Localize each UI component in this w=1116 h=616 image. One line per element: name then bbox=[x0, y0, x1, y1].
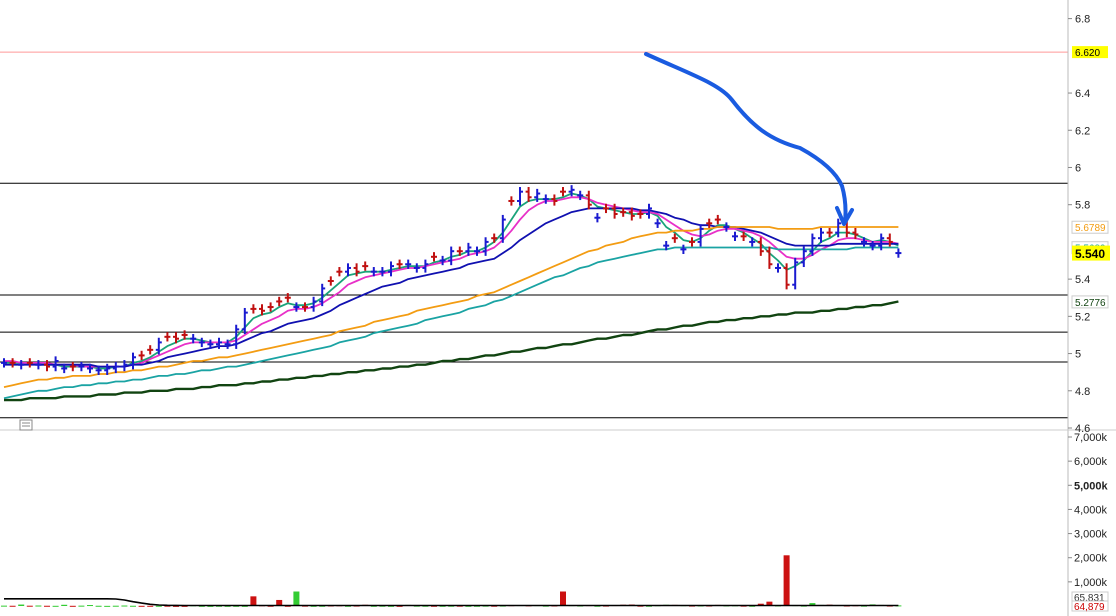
volume-bar bbox=[104, 605, 111, 607]
price-value-tag: 5.6789 bbox=[1071, 220, 1109, 234]
volume-bar bbox=[1, 605, 7, 607]
price-tick-label: 5.8 bbox=[1075, 200, 1090, 212]
price-value-tag: 5.2776 bbox=[1071, 295, 1109, 309]
volume-bar bbox=[78, 605, 85, 607]
stock-chart: 6.86.46.265.85.45.254.84.66.6205.67895.5… bbox=[0, 0, 1116, 616]
volume-bar bbox=[44, 605, 50, 607]
chart-background bbox=[0, 0, 1116, 616]
volume-tick-label: 4,000k bbox=[1074, 504, 1108, 516]
volume-tick-label: 6,000k bbox=[1074, 456, 1108, 468]
volume-bar bbox=[9, 605, 16, 607]
volume-bar bbox=[18, 604, 25, 606]
volume-tick-label: 7,000k bbox=[1074, 432, 1108, 444]
volume-bar bbox=[61, 604, 68, 606]
price-tick-label: 5 bbox=[1075, 349, 1081, 361]
price-value-tag-label: 6.620 bbox=[1075, 48, 1100, 59]
volume-bar bbox=[250, 596, 257, 606]
price-value-tag: 5.540 bbox=[1072, 245, 1110, 261]
price-value-tag-label: 5.540 bbox=[1075, 247, 1105, 261]
price-value-tag-label: 5.2776 bbox=[1075, 298, 1106, 309]
price-tick-label: 6.2 bbox=[1075, 125, 1090, 137]
volume-pane-icon[interactable] bbox=[19, 419, 33, 431]
volume-tick-label: 5,000k bbox=[1074, 480, 1109, 492]
price-tick-label: 4.8 bbox=[1075, 386, 1090, 398]
price-tick-label: 5.2 bbox=[1075, 311, 1090, 323]
volume-bar bbox=[35, 605, 42, 607]
volume-bar bbox=[121, 605, 128, 607]
volume-value-tag-label: 64,879 bbox=[1074, 602, 1105, 613]
volume-bar bbox=[560, 591, 566, 606]
price-tick-label: 6.8 bbox=[1075, 14, 1090, 26]
volume-bar bbox=[69, 605, 76, 607]
price-tick-label: 6.4 bbox=[1075, 88, 1090, 100]
volume-bar bbox=[138, 605, 145, 607]
volume-tick-label: 1,000k bbox=[1074, 577, 1108, 589]
volume-bar bbox=[130, 605, 136, 607]
volume-value-tag: 64,879 bbox=[1071, 600, 1109, 613]
volume-bar bbox=[155, 605, 162, 607]
price-value-tag-label: 5.6789 bbox=[1075, 223, 1106, 234]
price-tick-label: 5.4 bbox=[1075, 274, 1090, 286]
volume-bar bbox=[87, 605, 93, 607]
volume-bar bbox=[112, 605, 119, 607]
volume-bar bbox=[52, 605, 59, 607]
volume-bar bbox=[95, 605, 102, 607]
volume-bar bbox=[147, 605, 154, 607]
volume-bar bbox=[783, 555, 790, 606]
volume-bar bbox=[26, 605, 33, 607]
volume-bar bbox=[293, 591, 300, 606]
price-value-tag: 6.620 bbox=[1072, 46, 1108, 59]
volume-tick-label: 3,000k bbox=[1074, 529, 1108, 541]
volume-tick-label: 2,000k bbox=[1074, 553, 1108, 565]
price-tick-label: 6 bbox=[1075, 162, 1081, 174]
